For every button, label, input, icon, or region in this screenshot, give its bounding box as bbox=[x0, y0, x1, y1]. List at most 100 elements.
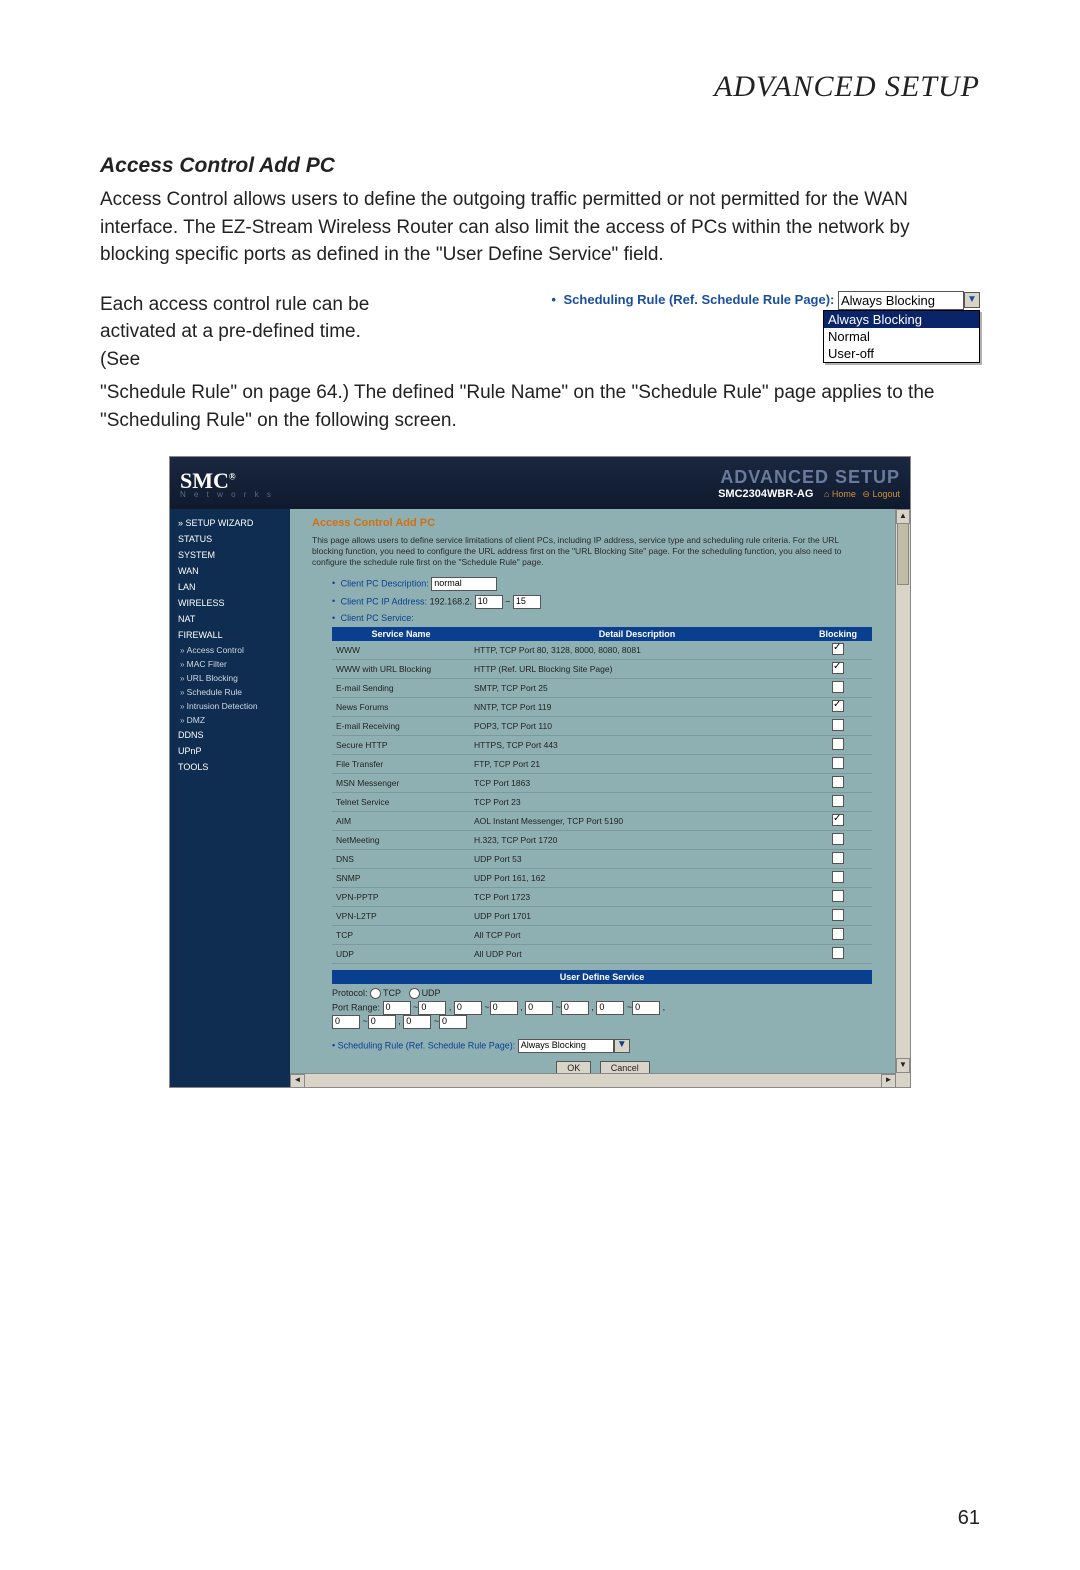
nav-subitem[interactable]: Access Control bbox=[170, 643, 290, 657]
service-name-cell: DNS bbox=[332, 849, 470, 868]
nav-item[interactable]: TOOLS bbox=[170, 759, 290, 775]
scroll-right-icon[interactable]: ► bbox=[881, 1074, 896, 1088]
service-detail-cell: HTTP, TCP Port 80, 3128, 8000, 8080, 808… bbox=[470, 641, 804, 660]
service-detail-cell: H.323, TCP Port 1720 bbox=[470, 830, 804, 849]
port-to-input[interactable]: 0 bbox=[368, 1015, 396, 1029]
page-title: ADVANCED SETUP bbox=[100, 70, 980, 104]
blocking-checkbox[interactable] bbox=[832, 814, 844, 826]
nav-subitem[interactable]: DMZ bbox=[170, 713, 290, 727]
blocking-checkbox[interactable] bbox=[832, 643, 844, 655]
client-ip-to-input[interactable]: 15 bbox=[513, 595, 541, 609]
service-detail-cell: HTTP (Ref. URL Blocking Site Page) bbox=[470, 659, 804, 678]
sidebar-nav: SETUP WIZARDSTATUSSYSTEMWANLANWIRELESSNA… bbox=[170, 509, 290, 1086]
service-name-cell: UDP bbox=[332, 944, 470, 963]
blocking-checkbox[interactable] bbox=[832, 947, 844, 959]
panel-heading: Access Control Add PC bbox=[312, 517, 894, 529]
service-detail-cell: UDP Port 53 bbox=[470, 849, 804, 868]
scroll-up-icon[interactable]: ▲ bbox=[896, 509, 910, 524]
port-from-input[interactable]: 0 bbox=[525, 1001, 553, 1015]
service-detail-cell: All TCP Port bbox=[470, 925, 804, 944]
table-row: E-mail ReceivingPOP3, TCP Port 110 bbox=[332, 716, 872, 735]
blocking-checkbox[interactable] bbox=[832, 776, 844, 788]
service-detail-cell: TCP Port 23 bbox=[470, 792, 804, 811]
nav-subitem[interactable]: Schedule Rule bbox=[170, 685, 290, 699]
dropdown-option[interactable]: User-off bbox=[824, 345, 979, 362]
table-row: UDPAll UDP Port bbox=[332, 944, 872, 963]
table-row: File TransferFTP, TCP Port 21 bbox=[332, 754, 872, 773]
router-screenshot: SMC® N e t w o r k s ADVANCED SETUP SMC2… bbox=[169, 456, 911, 1087]
port-from-input[interactable]: 0 bbox=[596, 1001, 624, 1015]
blocking-checkbox[interactable] bbox=[832, 852, 844, 864]
sched-select[interactable]: Always Blocking bbox=[518, 1039, 614, 1053]
client-desc-input[interactable]: normal bbox=[431, 577, 497, 591]
protocol-udp-radio[interactable] bbox=[409, 988, 420, 999]
port-from-input[interactable]: 0 bbox=[403, 1015, 431, 1029]
nav-item[interactable]: NAT bbox=[170, 611, 290, 627]
paragraph-2b: "Schedule Rule" on page 64.) The defined… bbox=[100, 379, 980, 434]
client-ip-from-input[interactable]: 10 bbox=[475, 595, 503, 609]
home-link[interactable]: ⌂ Home bbox=[824, 489, 856, 499]
blocking-checkbox[interactable] bbox=[832, 890, 844, 902]
nav-item[interactable]: WIRELESS bbox=[170, 595, 290, 611]
scroll-left-icon[interactable]: ◄ bbox=[290, 1074, 305, 1088]
nav-item[interactable]: UPnP bbox=[170, 743, 290, 759]
nav-subitem[interactable]: MAC Filter bbox=[170, 657, 290, 671]
bullet-icon: • bbox=[332, 613, 335, 623]
blocking-checkbox[interactable] bbox=[832, 757, 844, 769]
vertical-scrollbar[interactable]: ▲ ▼ bbox=[895, 509, 910, 1086]
bullet-icon: • bbox=[551, 292, 556, 307]
table-header-row: Service Name Detail Description Blocking bbox=[332, 627, 872, 641]
blocking-checkbox[interactable] bbox=[832, 719, 844, 731]
table-row: VPN-L2TPUDP Port 1701 bbox=[332, 906, 872, 925]
table-row: MSN MessengerTCP Port 1863 bbox=[332, 773, 872, 792]
table-row: TCPAll TCP Port bbox=[332, 925, 872, 944]
port-to-input[interactable]: 0 bbox=[561, 1001, 589, 1015]
user-define-header: User Define Service bbox=[332, 970, 872, 984]
logout-link[interactable]: ⊖ Logout bbox=[862, 489, 900, 499]
blocking-checkbox[interactable] bbox=[832, 795, 844, 807]
nav-item[interactable]: DDNS bbox=[170, 727, 290, 743]
blocking-cell bbox=[804, 773, 872, 792]
nav-item[interactable]: SYSTEM bbox=[170, 547, 290, 563]
nav-item[interactable]: WAN bbox=[170, 563, 290, 579]
table-row: Telnet ServiceTCP Port 23 bbox=[332, 792, 872, 811]
blocking-checkbox[interactable] bbox=[832, 681, 844, 693]
blocking-checkbox[interactable] bbox=[832, 833, 844, 845]
dropdown-option[interactable]: Normal bbox=[824, 328, 979, 345]
scroll-thumb[interactable] bbox=[897, 523, 909, 585]
nav-item[interactable]: LAN bbox=[170, 579, 290, 595]
chevron-down-icon[interactable]: ▼ bbox=[614, 1039, 630, 1053]
manual-page: ADVANCED SETUP Access Control Add PC Acc… bbox=[0, 0, 1080, 1570]
port-from-input[interactable]: 0 bbox=[454, 1001, 482, 1015]
service-name-cell: File Transfer bbox=[332, 754, 470, 773]
protocol-label: Protocol: bbox=[332, 988, 368, 998]
port-range-label: Port Range: bbox=[332, 1002, 380, 1012]
port-from-input[interactable]: 0 bbox=[332, 1015, 360, 1029]
blocking-checkbox[interactable] bbox=[832, 909, 844, 921]
port-to-input[interactable]: 0 bbox=[418, 1001, 446, 1015]
port-from-input[interactable]: 0 bbox=[383, 1001, 411, 1015]
blocking-checkbox[interactable] bbox=[832, 700, 844, 712]
chevron-down-icon[interactable]: ▼ bbox=[964, 292, 980, 308]
blocking-checkbox[interactable] bbox=[832, 662, 844, 674]
service-name-cell: Telnet Service bbox=[332, 792, 470, 811]
nav-subitem[interactable]: URL Blocking bbox=[170, 671, 290, 685]
dropdown-selected[interactable]: Always Blocking bbox=[838, 291, 964, 310]
dropdown-option[interactable]: Always Blocking bbox=[824, 311, 979, 328]
blocking-cell bbox=[804, 868, 872, 887]
protocol-tcp-label: TCP bbox=[383, 988, 401, 998]
client-ip-label: Client PC IP Address: bbox=[341, 596, 427, 606]
blocking-checkbox[interactable] bbox=[832, 738, 844, 750]
blocking-checkbox[interactable] bbox=[832, 928, 844, 940]
nav-subitem[interactable]: Intrusion Detection bbox=[170, 699, 290, 713]
nav-item[interactable]: SETUP WIZARD bbox=[170, 515, 290, 531]
port-to-input[interactable]: 0 bbox=[632, 1001, 660, 1015]
port-to-input[interactable]: 0 bbox=[439, 1015, 467, 1029]
nav-item[interactable]: FIREWALL bbox=[170, 627, 290, 643]
port-to-input[interactable]: 0 bbox=[490, 1001, 518, 1015]
protocol-tcp-radio[interactable] bbox=[370, 988, 381, 999]
nav-item[interactable]: STATUS bbox=[170, 531, 290, 547]
scroll-down-icon[interactable]: ▼ bbox=[896, 1058, 910, 1073]
horizontal-scrollbar[interactable]: ◄ ► bbox=[290, 1073, 896, 1087]
blocking-checkbox[interactable] bbox=[832, 871, 844, 883]
